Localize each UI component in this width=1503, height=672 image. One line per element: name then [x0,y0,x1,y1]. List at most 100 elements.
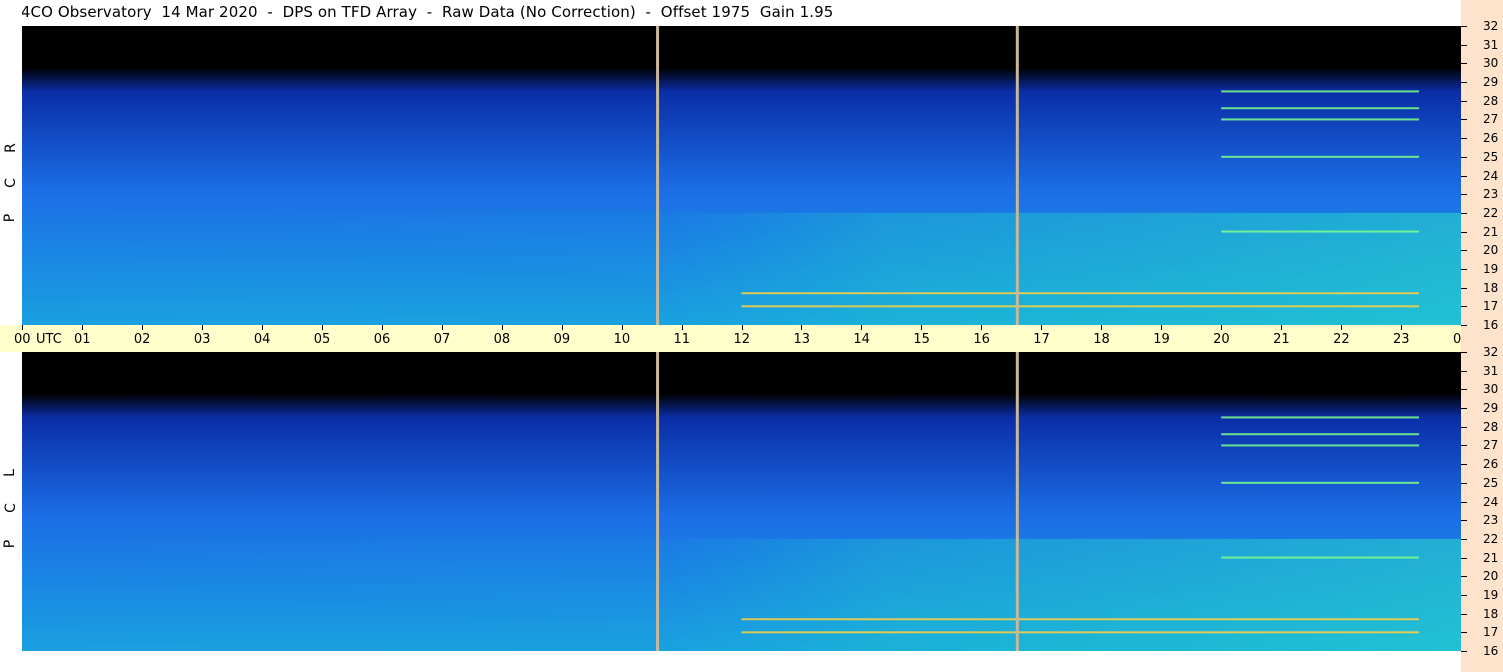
time-tick-mark [261,325,263,330]
time-tick-label: 17 [1033,332,1050,347]
time-tick-mark [1041,325,1043,330]
freq-tick-label: 25 [1483,475,1499,490]
time-tick-label: 07 [433,332,451,347]
time-tick-label: 00 [14,332,31,347]
time-tick-mark [441,325,443,330]
freq-tick-mark [1461,632,1467,634]
time-tick-label: 10 [613,332,631,347]
time-tick-label: 02 [133,332,151,347]
freq-tick-label: 22 [1483,531,1499,546]
freq-tick-label: 22 [1483,205,1499,220]
time-tick-label: 20 [1213,332,1230,347]
time-tick-label: 19 [1153,332,1170,347]
signal-band [741,631,1420,634]
freq-tick-label: 27 [1483,438,1499,453]
freq-tick-label: 18 [1483,280,1499,295]
freq-tick-label: 21 [1483,224,1499,239]
freq-tick-label: 30 [1483,56,1499,71]
freq-tick-mark [1461,119,1467,121]
time-tick-mark [1281,325,1283,330]
freq-tick-label: 32 [1483,19,1499,33]
freq-tick-mark [1461,594,1467,596]
freq-tick-mark [1461,194,1467,196]
time-tick-mark [1221,325,1223,330]
time-tick-mark [681,325,683,330]
signal-band [1221,90,1420,93]
signal-band [1221,118,1420,121]
time-tick-label: 11 [673,332,691,347]
time-tick-mark [321,325,323,330]
freq-tick-label: 18 [1483,606,1499,621]
freq-tick-mark [1461,156,1467,158]
freq-tick-mark [1461,389,1467,391]
panel-label-letter: L [1,469,18,477]
freq-tick-label: 26 [1483,131,1499,146]
freq-tick-label: 24 [1483,494,1499,509]
time-tick-mark [561,325,563,330]
spectrogram-low-freq-glow [22,538,1461,651]
freq-tick-label: 23 [1483,513,1499,528]
spectrogram-svg [22,352,1461,651]
freq-tick-mark [1461,538,1467,540]
spectrogram-lcp [22,352,1461,651]
freq-tick-mark [1461,325,1467,326]
panel-label-letter: C [2,178,19,188]
freq-tick-label: 20 [1483,569,1499,584]
time-tick-label: 16 [973,332,990,347]
time-tick-mark [801,325,803,330]
freq-tick-mark [1461,613,1467,615]
spectrogram-svg [22,26,1461,325]
freq-tick-label: 16 [1483,644,1499,658]
freq-tick-mark [1461,557,1467,559]
time-tick-mark [381,325,383,330]
time-tick-mark [1101,325,1103,330]
freq-tick-mark [1461,408,1467,410]
time-tick-label: 14 [853,332,870,347]
panel-label-letter: P [2,539,19,549]
signal-band [741,618,1420,621]
data-gap-line [656,352,660,651]
freq-tick-mark [1461,576,1467,578]
time-tick-mark [921,325,923,330]
freq-tick-mark [1461,306,1467,308]
freq-tick-mark [1461,520,1467,522]
freq-tick-mark [1461,464,1467,466]
freq-tick-mark [1461,138,1467,140]
freq-tick-label: 30 [1483,382,1499,397]
freq-tick-label: 17 [1483,299,1499,314]
time-tick-label: 08 [493,332,511,347]
time-tick-mark [861,325,863,330]
time-tick-mark [501,325,503,330]
freq-tick-label: 20 [1483,243,1499,258]
freq-tick-mark [1461,100,1467,102]
signal-band [1221,433,1420,436]
time-tick-label: 12 [733,332,751,347]
signal-band [1221,107,1420,110]
signal-band [741,292,1420,295]
freq-tick-label: 27 [1483,112,1499,127]
signal-band [1221,230,1420,233]
chart-title: AJ4CO Observatory 14 Mar 2020 - DPS on T… [6,3,834,21]
freq-tick-mark [1461,175,1467,177]
signal-band [1221,155,1420,158]
panel-label-letter: C [2,503,19,513]
freq-tick-mark [1461,651,1467,652]
freq-tick-label: 21 [1483,550,1499,565]
time-tick-label: 13 [793,332,810,347]
time-tick-mark [741,325,743,330]
freq-tick-mark [1461,44,1467,46]
signal-band [1221,556,1420,559]
freq-tick-mark [1461,426,1467,428]
freq-tick-label: 31 [1483,363,1499,378]
freq-tick-mark [1461,501,1467,503]
freq-tick-label: 28 [1483,419,1499,434]
signal-band [1221,416,1420,419]
freq-tick-mark [1461,287,1467,289]
time-tick-mark [981,325,983,330]
data-gap-line [656,26,660,325]
time-tick-mark [201,325,203,330]
freq-tick-label: 32 [1483,345,1499,359]
time-unit-label: UTC [36,332,62,347]
frequency-axis: 32 31 30 29 28 27 26 25 24 23 22 21 20 19 18 17 16 32 31 30… [1461,0,1503,672]
time-tick-label: 04 [253,332,271,347]
